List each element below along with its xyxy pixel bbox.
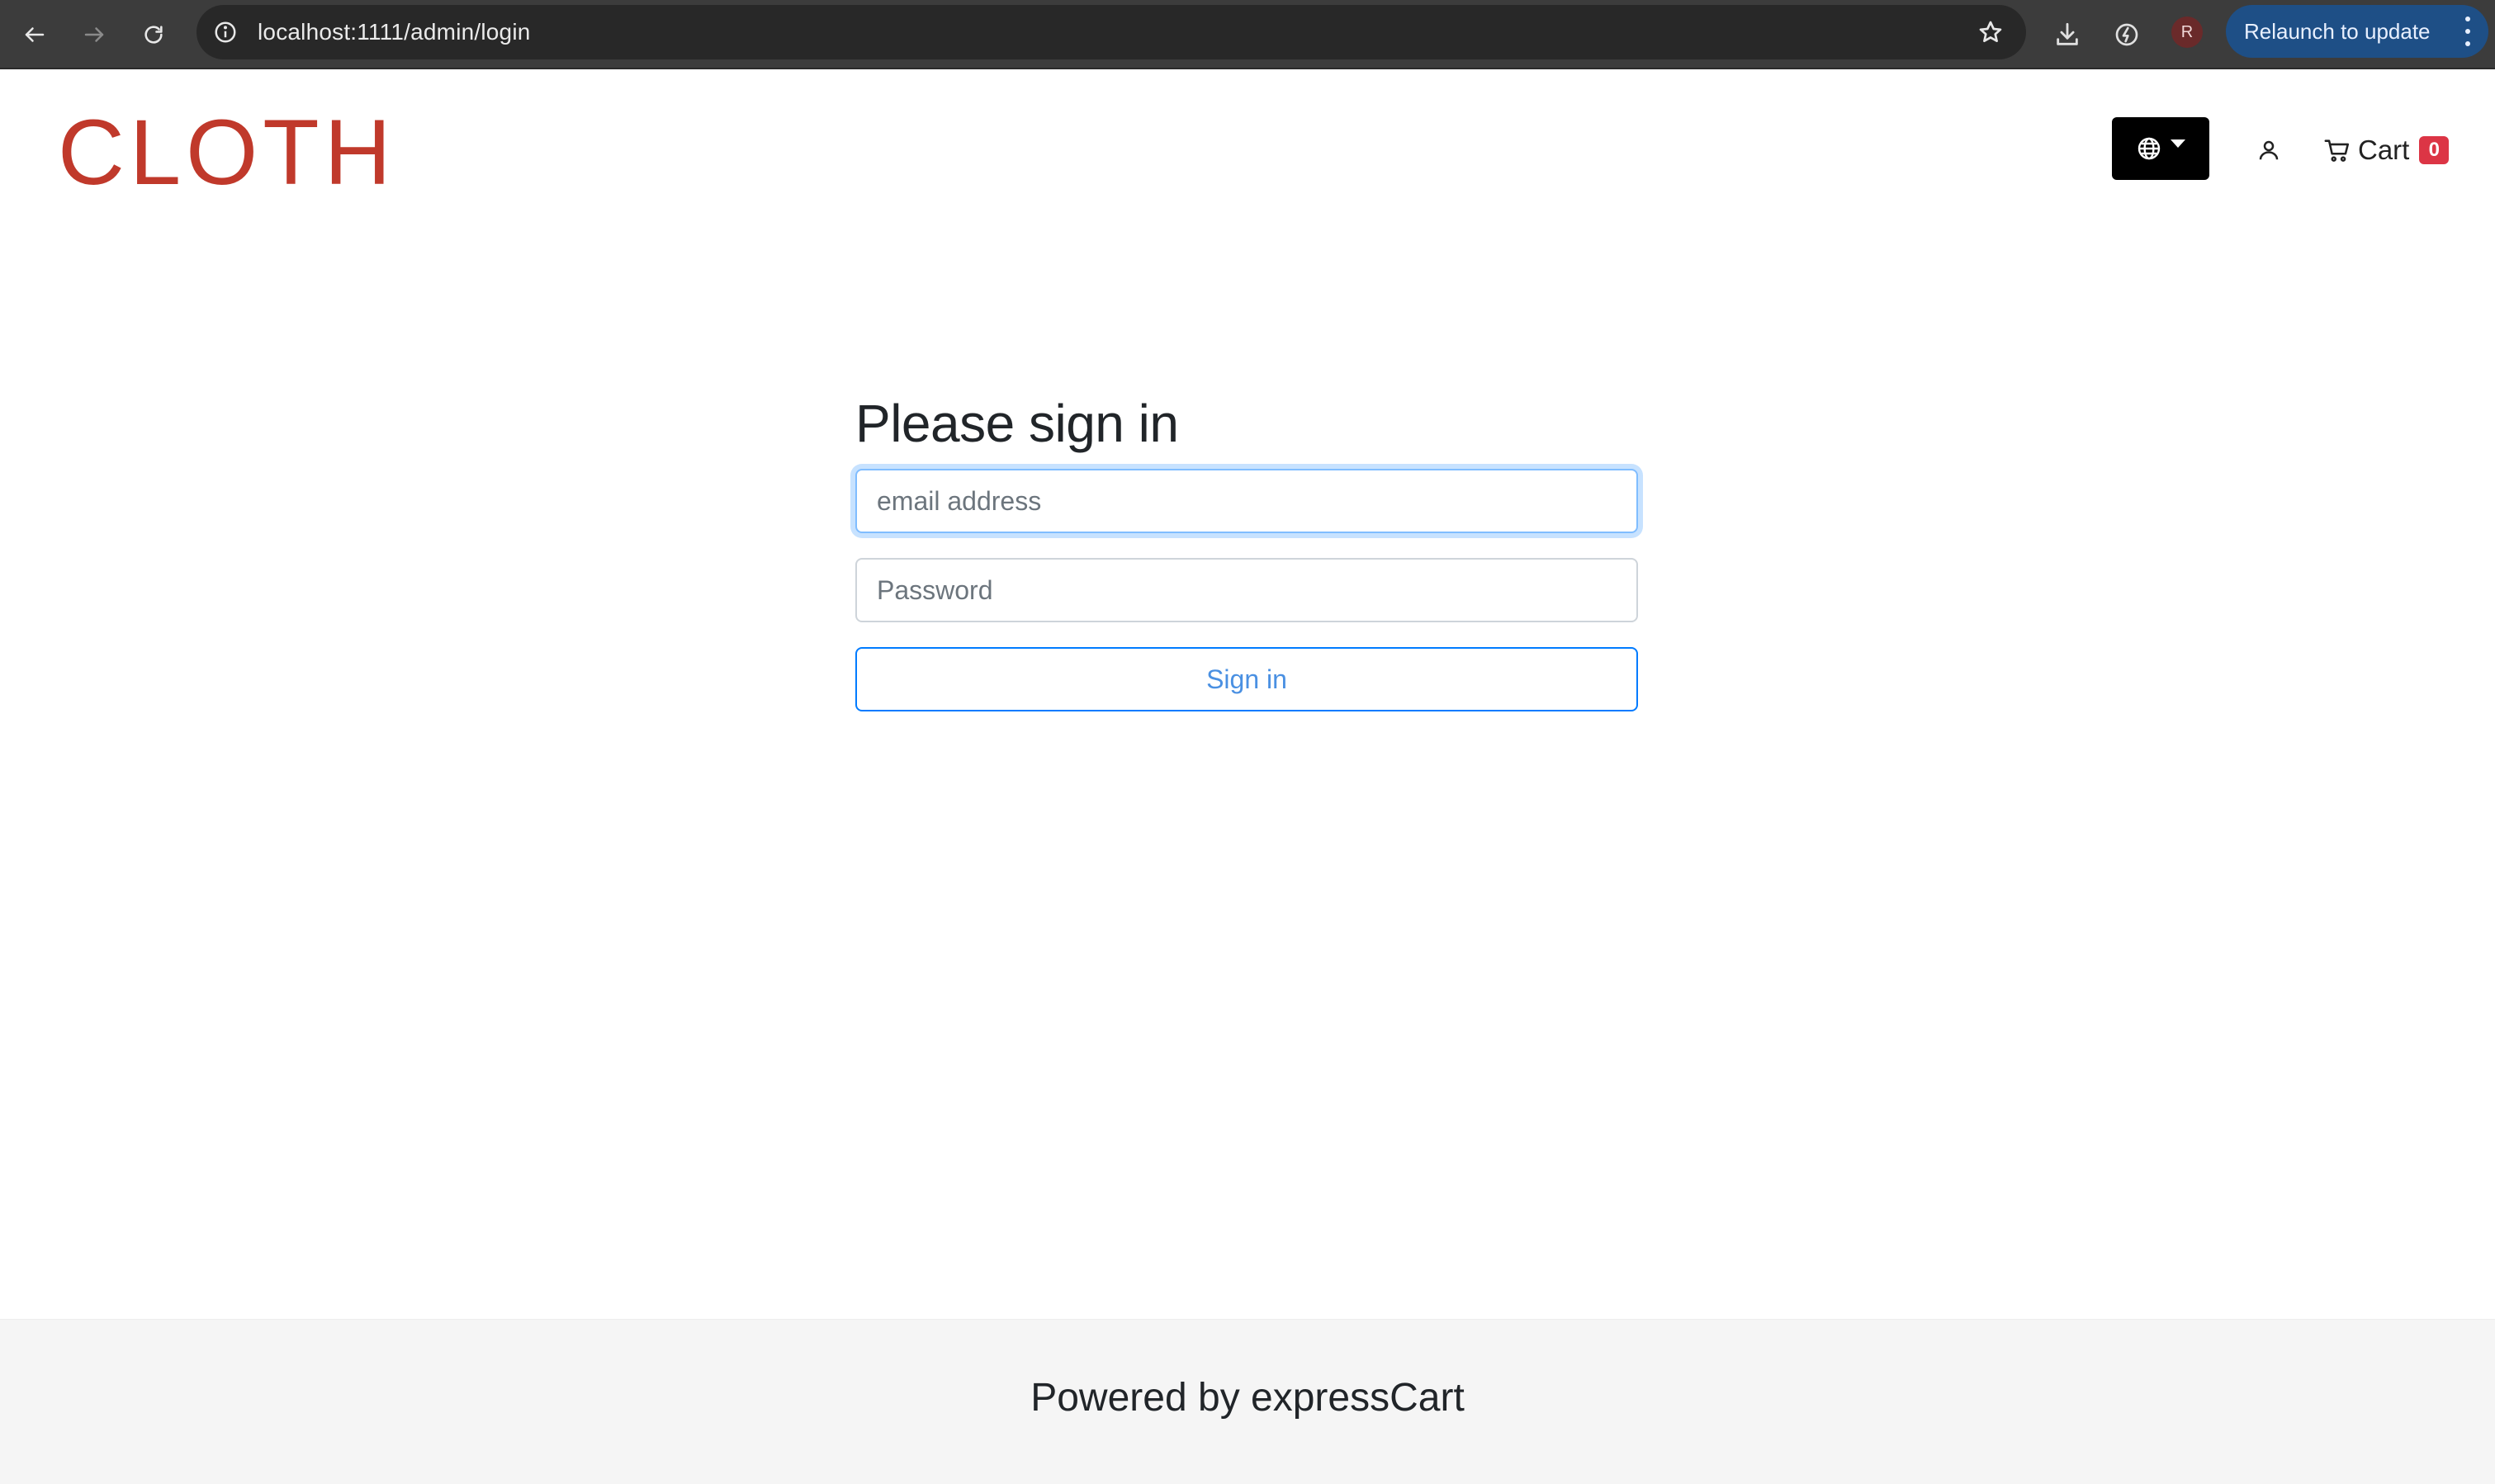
reload-button[interactable]	[130, 12, 177, 58]
password-field[interactable]	[855, 558, 1638, 622]
url-text[interactable]: localhost:1111/admin/login	[258, 5, 531, 59]
chevron-down-icon	[2171, 139, 2185, 148]
back-arrow-icon	[25, 27, 45, 42]
cart-icon	[2324, 139, 2350, 162]
cart-count-badge: 0	[2419, 136, 2450, 164]
download-button[interactable]	[2044, 12, 2090, 58]
site-info-icon[interactable]	[211, 18, 239, 46]
user-icon	[2259, 140, 2279, 160]
relaunch-button[interactable]: Relaunch to update	[2226, 5, 2488, 58]
more-vert-icon[interactable]	[2464, 17, 2472, 46]
page: localhost:1111/admin/login R Relaunch to…	[0, 0, 2495, 1484]
footer-text: Powered by expressCart	[1030, 1376, 1465, 1420]
cart-link[interactable]: Cart 0	[2323, 130, 2450, 170]
back-button[interactable]	[12, 12, 58, 58]
bookmark-star-icon[interactable]	[1975, 17, 2006, 48]
account-link[interactable]	[2252, 134, 2285, 167]
site-footer: Powered by expressCart	[0, 1319, 2495, 1484]
forward-button[interactable]	[71, 12, 117, 58]
performance-icon	[2115, 23, 2138, 46]
cart-label: Cart	[2358, 135, 2410, 165]
site-logo[interactable]: CLOTH	[58, 101, 396, 205]
email-field[interactable]	[855, 469, 1638, 533]
language-dropdown-button[interactable]	[2112, 117, 2209, 180]
browser-toolbar: localhost:1111/admin/login R Relaunch to…	[0, 0, 2495, 69]
profile-avatar[interactable]: R	[2171, 17, 2203, 48]
relaunch-label: Relaunch to update	[2244, 18, 2431, 44]
reload-icon	[144, 26, 163, 44]
login-form: Please sign in Sign in	[855, 390, 1638, 711]
globe-icon	[2138, 137, 2161, 160]
address-bar[interactable]: localhost:1111/admin/login	[196, 5, 2026, 59]
forward-arrow-icon	[84, 27, 104, 42]
performance-button[interactable]	[2104, 12, 2150, 58]
download-icon	[2057, 22, 2078, 45]
sign-in-button[interactable]: Sign in	[855, 647, 1638, 711]
page-title: Please sign in	[855, 394, 1179, 453]
